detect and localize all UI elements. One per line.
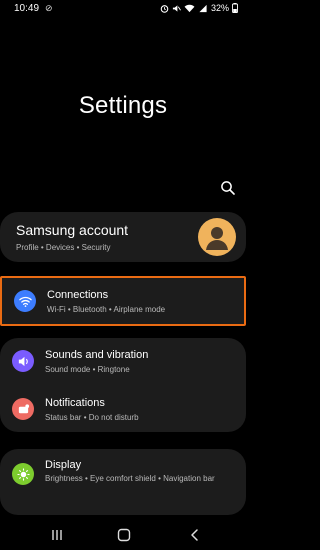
status-icons: 32% — [160, 3, 238, 13]
recent-apps-icon[interactable] — [50, 528, 64, 542]
avatar — [198, 218, 236, 256]
account-subtitle: Profile • Devices • Security — [16, 243, 111, 252]
notification-icon — [12, 398, 34, 420]
battery-percent: 32% — [210, 3, 229, 13]
sound-notification-card: Sounds and vibration Sound mode • Ringto… — [0, 338, 246, 432]
settings-item-connections[interactable]: Connections Wi-Fi • Bluetooth • Airplane… — [2, 278, 248, 324]
alarm-icon — [160, 4, 169, 13]
settings-item-display[interactable]: Display Brightness • Eye comfort shield … — [0, 449, 246, 515]
settings-item-notifications[interactable]: Notifications Status bar • Do not distur… — [0, 386, 246, 432]
sun-icon — [12, 463, 34, 485]
item-description: Status bar • Do not disturb — [45, 413, 139, 422]
account-name: Samsung account — [16, 222, 129, 238]
wifi-status-icon — [184, 4, 195, 12]
item-label: Connections — [47, 289, 109, 301]
connections-card: Connections Wi-Fi • Bluetooth • Airplane… — [0, 276, 246, 326]
wifi-icon — [14, 290, 36, 312]
item-label: Sounds and vibration — [45, 349, 149, 361]
mute-icon — [172, 4, 181, 12]
display-card: Display Brightness • Eye comfort shield … — [0, 449, 246, 515]
page-title: Settings — [78, 92, 168, 119]
navigation-bar — [0, 522, 246, 550]
samsung-account-card[interactable]: Samsung account Profile • Devices • Secu… — [0, 212, 246, 262]
search-icon[interactable] — [220, 180, 236, 196]
item-description: Brightness • Eye comfort shield • Naviga… — [45, 474, 215, 483]
item-label: Notifications — [45, 397, 105, 409]
item-description: Wi-Fi • Bluetooth • Airplane mode — [47, 305, 166, 314]
home-icon[interactable] — [117, 528, 131, 542]
settings-item-sounds[interactable]: Sounds and vibration Sound mode • Ringto… — [0, 338, 246, 384]
signal-icon — [199, 4, 207, 12]
item-description: Sound mode • Ringtone — [45, 365, 130, 374]
item-label: Display — [45, 459, 82, 471]
battery-icon — [232, 3, 238, 13]
speaker-icon — [12, 350, 34, 372]
status-bar: 10:49 ⊘ 32% — [0, 0, 246, 20]
back-icon[interactable] — [188, 528, 202, 542]
notification-muted-icon: ⊘ — [45, 3, 53, 13]
person-icon — [206, 227, 228, 250]
status-time: 10:49 — [14, 3, 40, 14]
